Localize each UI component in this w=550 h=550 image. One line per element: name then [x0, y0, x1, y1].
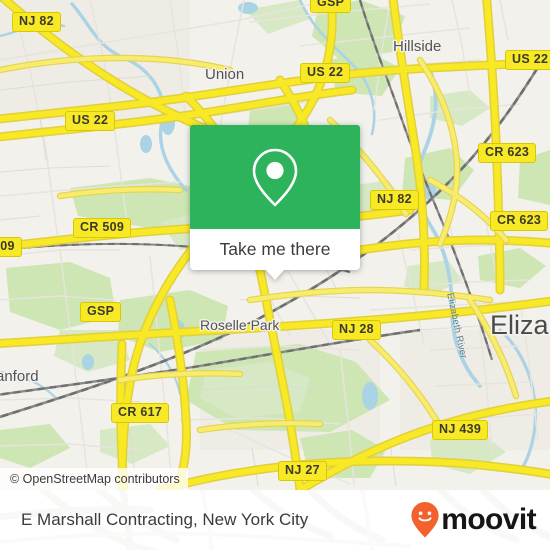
- shield-us-22-left: US 22: [65, 111, 116, 131]
- shield-nj-82-right: NJ 82: [370, 190, 419, 210]
- take-me-there-label: Take me there: [219, 239, 331, 259]
- moovit-map-screenshot: .park { fill:#CDE6B3; } .park2 { fill:#D…: [0, 0, 550, 550]
- popup-header: [190, 125, 360, 229]
- shield-nj-439: NJ 439: [432, 420, 489, 440]
- shield-nj-27: NJ 27: [278, 461, 327, 481]
- attribution-text: © OpenStreetMap contributors: [10, 472, 180, 486]
- shield-cr-509-clipped: 509: [0, 237, 22, 257]
- shield-gsp-top: GSP: [310, 0, 352, 13]
- map-pin-icon: [252, 148, 298, 207]
- shield-nj-28: NJ 28: [332, 320, 381, 340]
- footer-bar: E Marshall Contracting, New York City mo…: [0, 490, 550, 550]
- moovit-brand[interactable]: moovit: [410, 501, 537, 539]
- moovit-smiley-pin-icon: [411, 502, 439, 538]
- shield-us-22-topright: US 22: [505, 50, 550, 70]
- place-title: E Marshall Contracting, New York City: [21, 510, 309, 529]
- take-me-there-button[interactable]: Take me there: [190, 229, 360, 280]
- shield-gsp-middle: GSP: [80, 302, 122, 322]
- popup-tail: [265, 269, 285, 280]
- moovit-wordmark: moovit: [441, 503, 536, 536]
- shield-cr-623-upper: CR 623: [478, 143, 537, 163]
- shield-nj-82-topleft: NJ 82: [12, 12, 61, 32]
- shield-cr-623-right: CR 623: [490, 211, 549, 231]
- shield-cr-509: CR 509: [73, 218, 132, 238]
- location-popup[interactable]: Take me there: [190, 125, 360, 280]
- shield-us-22-top: US 22: [300, 63, 351, 83]
- shield-cr-617: CR 617: [111, 403, 170, 423]
- map-attribution[interactable]: © OpenStreetMap contributors: [0, 468, 188, 490]
- map-canvas[interactable]: .park { fill:#CDE6B3; } .park2 { fill:#D…: [0, 0, 550, 490]
